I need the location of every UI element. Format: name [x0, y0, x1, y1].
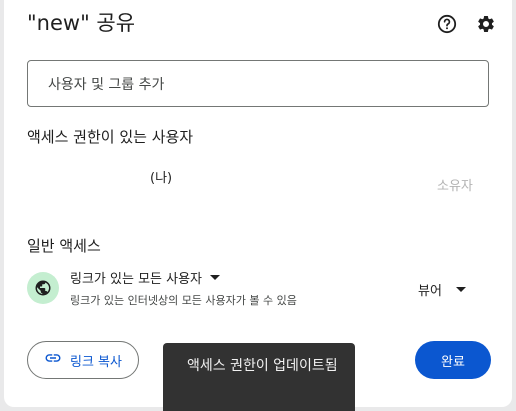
- general-access-heading: 일반 액세스: [27, 237, 101, 255]
- add-people-input[interactable]: 사용자 및 그룹 추가: [27, 60, 489, 107]
- snackbar-toast: 액세스 권한이 업데이트됨: [163, 343, 355, 411]
- link-icon: [44, 349, 62, 371]
- chevron-down-icon: [210, 275, 220, 280]
- person-name: (나): [150, 171, 173, 186]
- gear-icon[interactable]: [475, 13, 497, 35]
- general-access-description: 링크가 있는 인터넷상의 모든 사용자가 볼 수 있음: [70, 294, 297, 307]
- copy-link-label: 링크 복사: [70, 354, 122, 370]
- chevron-down-icon: [455, 287, 466, 292]
- help-circle-icon[interactable]: [436, 13, 458, 35]
- person-role: 소유자: [437, 179, 473, 194]
- role-value: 뷰어: [418, 284, 442, 299]
- toast-message: 액세스 권한이 업데이트됨: [187, 358, 338, 374]
- general-access-value: 링크가 있는 모든 사용자: [70, 272, 202, 287]
- done-label: 완료: [441, 354, 465, 370]
- people-with-access-heading: 액세스 권한이 있는 사용자: [27, 128, 194, 146]
- general-access-dropdown[interactable]: 링크가 있는 모든 사용자: [70, 268, 220, 287]
- add-people-placeholder: 사용자 및 그룹 추가: [48, 76, 165, 93]
- globe-icon: [27, 272, 59, 304]
- dialog-title: "new" 공유: [27, 11, 136, 35]
- copy-link-button[interactable]: 링크 복사: [27, 341, 139, 379]
- done-button[interactable]: 완료: [415, 341, 491, 379]
- role-dropdown[interactable]: 뷰어: [418, 280, 466, 299]
